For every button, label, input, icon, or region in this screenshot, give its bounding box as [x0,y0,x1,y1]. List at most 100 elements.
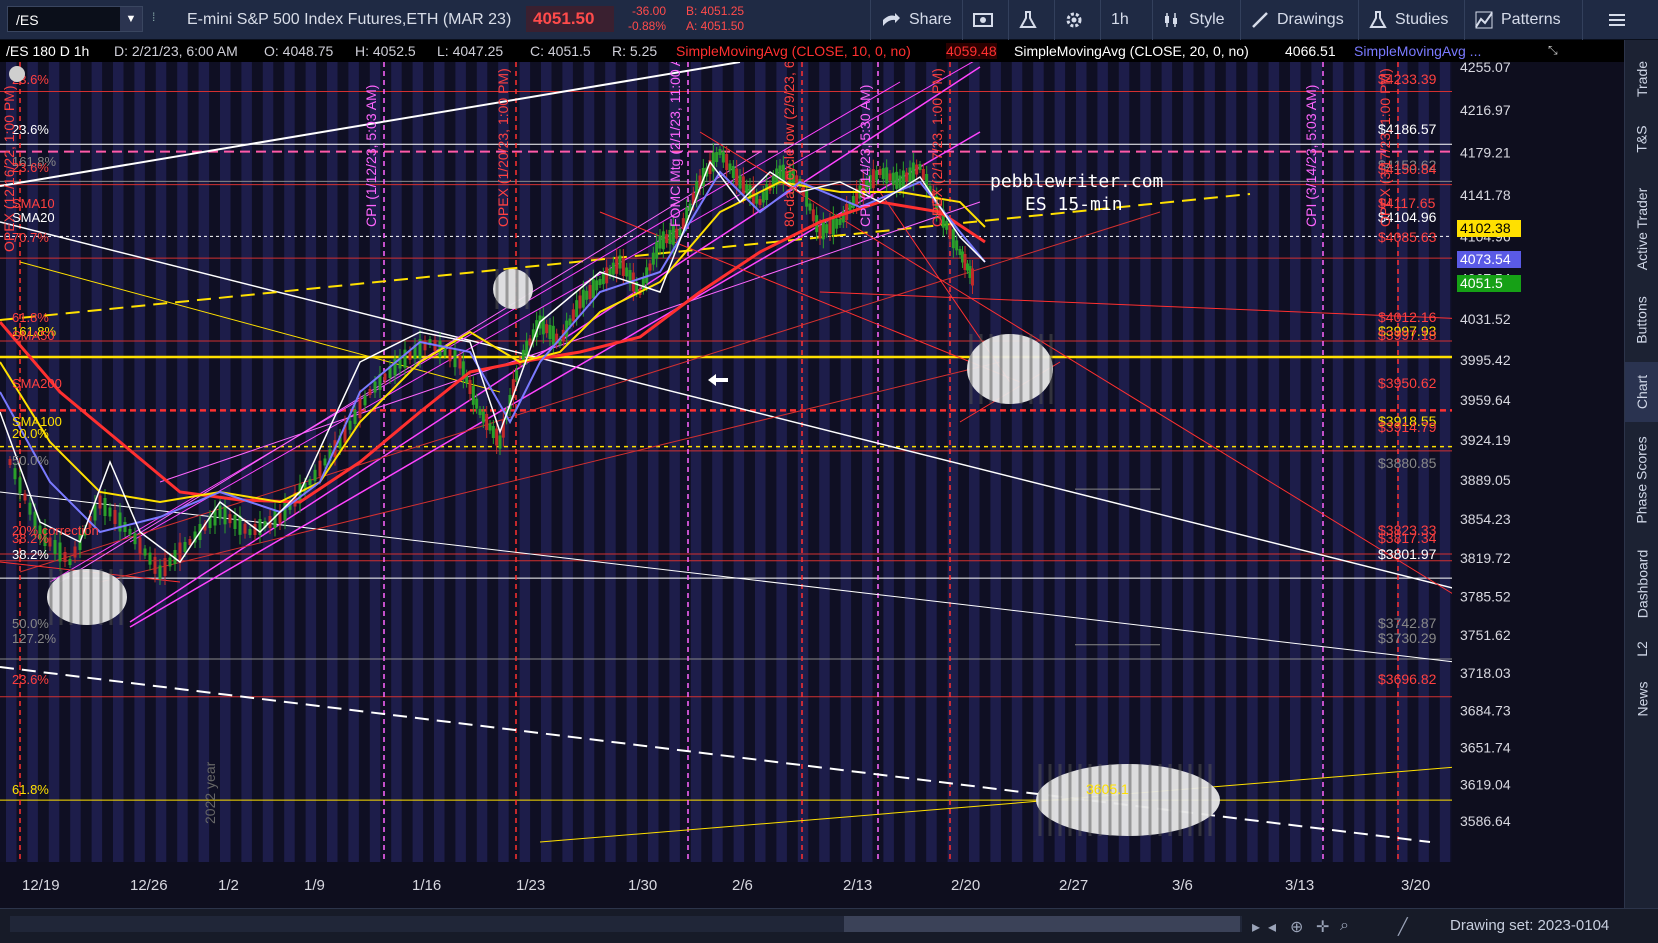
candle-body [951,229,955,249]
candle-body [383,373,387,381]
sidebar-tab-l2[interactable]: L2 [1625,634,1658,664]
patterns-button[interactable]: Patterns [1464,0,1582,40]
candle-body [888,173,892,181]
session-stripe [1183,62,1194,862]
sidebar-tab-phase-scores[interactable]: Phase Scores [1625,430,1658,530]
candle-body [721,151,725,163]
sidebar-tab-chart[interactable]: Chart [1625,362,1658,422]
left-level-label: 61.8% [12,310,49,325]
symbol-text[interactable]: /ES [16,12,39,28]
style-button[interactable]: Style [1152,0,1240,40]
candle-body [233,515,237,529]
time-tick-label: 1/2 [218,877,239,894]
studies-button[interactable]: Studies [1358,0,1464,40]
legend-sma10-label[interactable]: SimpleMovingAvg (CLOSE, 10, 0, no) [676,43,911,59]
sidebar-tab-trade[interactable]: Trade [1625,54,1658,104]
instrument-description: E-mini S&P 500 Index Futures,ETH (MAR 23… [187,11,512,28]
candles-icon [1165,13,1177,27]
price-tick-label: 3854.23 [1460,511,1511,527]
candle-body [243,523,247,534]
price-tick-label: 3751.62 [1460,627,1511,643]
change-block: -36.00 -0.88% [622,4,666,34]
scrollbar-thumb[interactable] [844,916,1240,932]
candle-body [313,469,317,481]
candle-body [918,164,922,170]
candle-body [678,229,682,235]
target-icon[interactable]: ⊕ [1290,917,1303,937]
candle-body [491,426,495,438]
candle-body [891,172,895,185]
candle-body [821,221,825,240]
price-tick-label: 3819.72 [1460,550,1511,566]
zoom-out-icon[interactable]: ▸ [1252,917,1260,937]
candle-body [323,458,327,466]
menu-button[interactable] [1582,0,1658,40]
right-sidebar: Trade T&S Active Trader Buttons Chart Phase S… [1624,40,1658,908]
bid-price: B: 4051.25 [686,4,745,18]
candle-body [731,166,735,178]
candle-body [921,169,925,180]
legend-sma3-label[interactable]: SimpleMovingAvg ... [1354,43,1481,59]
candle-body [578,295,582,309]
crosshair-icon[interactable]: ✛ [1316,917,1329,937]
settings-button[interactable] [1054,0,1100,40]
toolbar: /ES ▼ ⁞ E-mini S&P 500 Index Futures,ETH… [0,0,1658,40]
candle-body [153,556,157,574]
candle-body [498,435,502,449]
session-stripe [1332,62,1344,862]
price-axis[interactable]: 4255.074216.974179.214141.784104.964067.… [1452,62,1540,908]
chevron-down-icon[interactable]: ▼ [120,7,142,31]
candle-body [318,460,322,477]
drawing-pencil-icon[interactable]: ╱ [1398,917,1408,937]
session-stripe [284,62,295,862]
candle-body [48,537,52,547]
candle-body [18,477,22,494]
candle-body [581,289,585,308]
legend-sma20-label[interactable]: SimpleMovingAvg (CLOSE, 20, 0, no) [1014,43,1249,59]
pencil-icon [1252,12,1268,28]
drawings-button[interactable]: Drawings [1240,0,1358,40]
link-icon[interactable]: ⁞ [152,10,162,30]
sidebar-tab-t-s[interactable]: T&S [1625,114,1658,164]
price-chart[interactable]: pebblewriter.comES 15-min 2022 year 23.6% 2… [0,62,1540,908]
expand-icon[interactable]: ⤡ [1548,43,1558,58]
right-level-label: $3997.18 [1378,327,1437,343]
symbol-selector[interactable]: /ES ▼ [7,6,143,32]
candle-body [591,279,595,299]
event-label: FOMC Mtg (2/1/23, 11:00 AM) [667,62,683,227]
session-stripe [113,62,124,862]
drawing-set-label[interactable]: Drawing set: 2023-0104 [1450,917,1609,934]
candle-body [945,220,949,230]
event-label: OPEX (12/16/22, 1:00 PM) [1,85,17,252]
event-label: CPI (1/12/23, 5:03 AM) [363,85,379,227]
left-level-label: 23.6% [12,122,49,137]
price-tick-label: 3785.52 [1460,589,1511,605]
session-stripe [1268,62,1280,862]
candle-body [878,169,882,175]
sidebar-tab-news[interactable]: News [1625,674,1658,724]
time-tick-label: 12/26 [130,877,168,894]
sidebar-tab-buttons[interactable]: Buttons [1625,290,1658,350]
candle-body [761,191,765,203]
sidebar-tab-active-trader[interactable]: Active Trader [1625,174,1658,284]
candle-body [133,533,137,545]
timeframe-button[interactable]: 1h [1100,0,1152,40]
candle-body [478,409,482,415]
candle-body [901,170,905,189]
candle-body [648,263,652,271]
time-axis[interactable]: 12/19 12/26 1/2 1/9 1/16 1/23 1/30 2/6 2/13 2/20 2… [0,862,1540,908]
right-level-label: $3742.87 [1378,615,1437,631]
price-tick-label: 3586.64 [1460,813,1511,829]
legend-range: R: 5.25 [612,43,658,59]
volume-icon[interactable]: ◂ [1268,917,1276,937]
flag-button[interactable] [962,0,1008,40]
candle-body [908,167,912,182]
magnifier-icon[interactable]: ⌕ [1340,917,1349,935]
candle-body [671,225,675,245]
flask-button[interactable] [1008,0,1054,40]
sidebar-tab-dashboard[interactable]: Dashboard [1625,544,1658,624]
share-button[interactable]: Share [870,0,962,40]
event-label: CPI (3/14/23, 5:03 AM) [1303,85,1319,227]
time-tick-label: 3/20 [1401,877,1430,894]
candle-body [848,203,852,211]
